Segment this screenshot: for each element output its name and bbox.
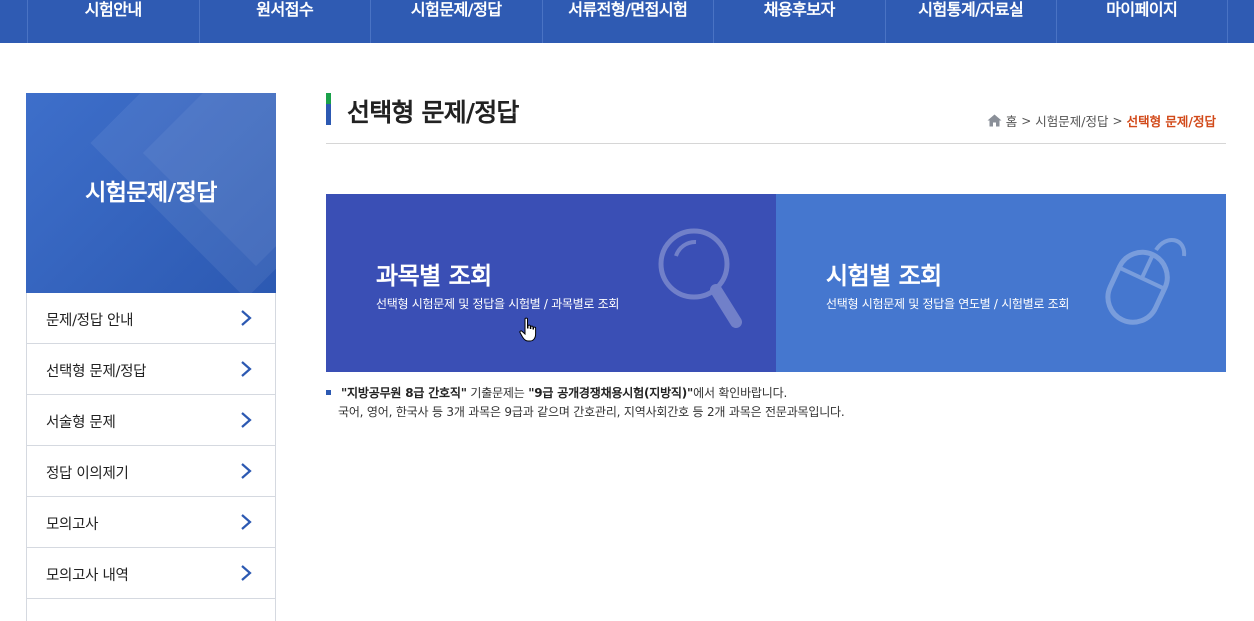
card-title: 시험별 조회 [826, 262, 942, 290]
nav-item-label: 마이페이지 [1106, 0, 1178, 19]
nav-item-document-interview[interactable]: 서류전형/면접시험 [541, 0, 714, 43]
chevron-right-icon [241, 565, 252, 581]
sidebar-item-essay[interactable]: 서술형 문제 [27, 395, 275, 446]
sidebar-item-mock-history[interactable]: 모의고사 내역 [27, 548, 275, 599]
mouse-icon [1105, 238, 1187, 325]
sidebar-item-mock-exam[interactable]: 모의고사 [27, 497, 275, 548]
breadcrumb-current: 선택형 문제/정답 [1126, 114, 1216, 129]
nav-item-label: 서류전형/면접시험 [568, 0, 688, 19]
notice-line-1: "지방공무원 8급 간호직" 기출문제는 "9급 공개경쟁채용시험(지방직)"에… [341, 384, 787, 401]
card-by-subject[interactable]: 과목별 조회 선택형 시험문제 및 정답을 시험별 / 과목별로 조회 [326, 194, 776, 372]
nav-item-application[interactable]: 원서접수 [198, 0, 371, 43]
chevron-right-icon [241, 514, 252, 530]
sidebar-menu: 문제/정답 안내 선택형 문제/정답 서술형 문제 정답 이의제기 모의고사 모… [26, 293, 276, 621]
sidebar-item-label: 문제/정답 안내 [46, 313, 134, 329]
nav-item-label: 시험안내 [84, 0, 142, 19]
top-navigation: 시험안내 원서접수 시험문제/정답 서류전형/면접시험 채용후보자 시험통계/자… [0, 0, 1254, 43]
sidebar-banner: 시험문제/정답 [26, 93, 276, 293]
notice-quote-2: "9급 공개경쟁채용시험(지방직)" [528, 386, 694, 400]
nav-item-questions-answers[interactable]: 시험문제/정답 [370, 0, 542, 43]
notice-line-2: 국어, 영어, 한국사 등 3개 과목은 9급과 같으며 간호관리, 지역사회간… [338, 405, 845, 419]
title-divider [326, 143, 1226, 144]
card-description: 선택형 시험문제 및 정답을 시험별 / 과목별로 조회 [376, 297, 620, 311]
magnifier-icon [658, 228, 742, 328]
nav-item-label: 채용후보자 [763, 0, 836, 19]
breadcrumb: 홈 > 시험문제/정답 > 선택형 문제/정답 [987, 111, 1216, 130]
breadcrumb-separator-icon: > [1021, 113, 1032, 128]
notice-text-2: 에서 확인바랍니다. [693, 386, 788, 400]
breadcrumb-level1[interactable]: 시험문제/정답 [1035, 111, 1108, 130]
breadcrumb-separator-icon: > [1112, 113, 1123, 128]
breadcrumb-home[interactable]: 홈 [1006, 111, 1018, 130]
sidebar-item-label: 모의고사 [46, 517, 99, 533]
card-by-exam[interactable]: 시험별 조회 선택형 시험문제 및 정답을 연도별 / 시험별로 조회 [776, 194, 1226, 372]
card-title: 과목별 조회 [376, 262, 492, 290]
sidebar-item-label: 모의고사 내역 [46, 568, 129, 584]
chevron-right-icon [241, 310, 252, 326]
nav-item-label: 시험통계/자료실 [918, 0, 1024, 19]
sidebar-item-objection[interactable]: 정답 이의제기 [27, 446, 275, 497]
nav-item-statistics[interactable]: 시험통계/자료실 [884, 0, 1057, 43]
sidebar-item-guide[interactable]: 문제/정답 안내 [27, 293, 275, 344]
home-icon [987, 114, 1002, 127]
nav-item-label: 시험문제/정답 [410, 0, 502, 19]
sidebar-title: 시험문제/정답 [85, 180, 217, 206]
notice-text-1: 기출문제는 [466, 386, 529, 400]
square-bullet-icon [326, 390, 331, 395]
chevron-right-icon [241, 463, 252, 479]
sidebar-item-label: 서술형 문제 [46, 415, 116, 431]
nav-item-label: 원서접수 [256, 0, 314, 19]
sidebar-item-multiple-choice[interactable]: 선택형 문제/정답 [27, 344, 275, 395]
hand-cursor-icon [519, 317, 537, 342]
chevron-right-icon [241, 361, 252, 377]
nav-item-exam-guide[interactable]: 시험안내 [27, 0, 199, 43]
sidebar-item-label: 선택형 문제/정답 [46, 364, 147, 380]
nav-item-mypage[interactable]: 마이페이지 [1056, 0, 1228, 43]
card-description: 선택형 시험문제 및 정답을 연도별 / 시험별로 조회 [826, 297, 1070, 311]
notice-quote-1: "지방공무원 8급 간호직" [341, 386, 467, 400]
sidebar-item-label: 정답 이의제기 [46, 466, 129, 482]
chevron-right-icon [241, 412, 252, 428]
top-nav-menu: 시험안내 원서접수 시험문제/정답 서류전형/면접시험 채용후보자 시험통계/자… [27, 0, 1228, 43]
page-title: 선택형 문제/정답 [347, 98, 519, 127]
sidebar-menu-end [27, 599, 275, 621]
title-accent-bar [326, 93, 331, 125]
nav-item-candidates[interactable]: 채용후보자 [713, 0, 885, 43]
